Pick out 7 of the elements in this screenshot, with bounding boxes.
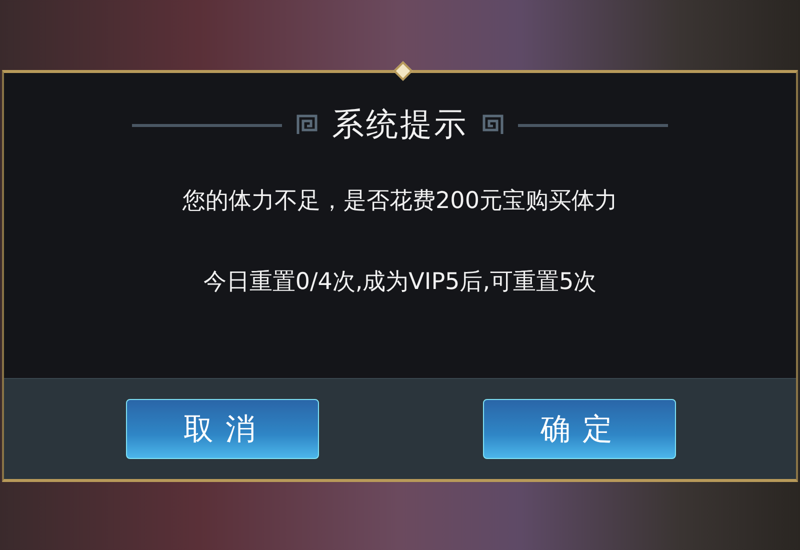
message-text: 您的体力不足，是否花费200元宝购买体力 <box>182 187 618 216</box>
cancel-button[interactable]: 取消 <box>126 399 319 459</box>
knot-ornament-icon <box>482 114 504 136</box>
knot-ornament-icon <box>296 114 318 136</box>
confirm-button[interactable]: 确定 <box>483 399 676 459</box>
message-text: 今日重置0/4次,成为VIP5后,可重置5次 <box>202 268 598 297</box>
dialog-title: 系统提示 <box>332 104 468 145</box>
